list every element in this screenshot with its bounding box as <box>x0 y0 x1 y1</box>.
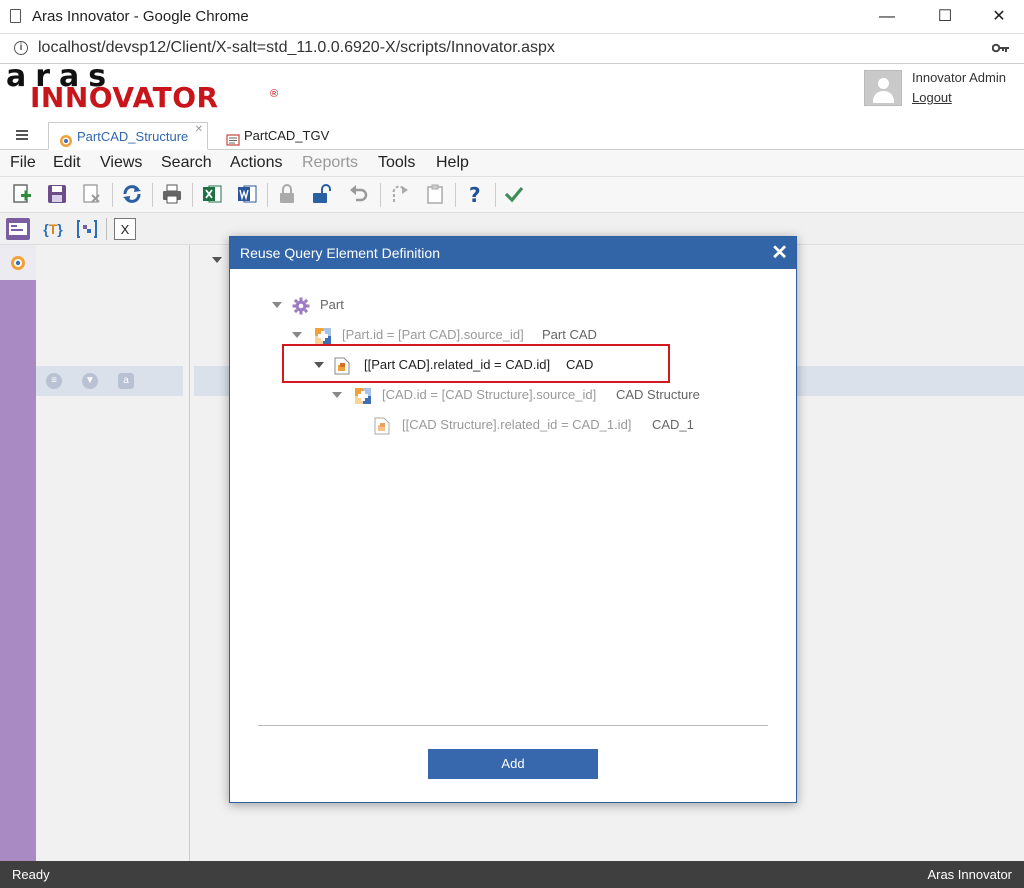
dialog-divider <box>258 725 768 726</box>
word-icon[interactable] <box>235 182 259 206</box>
toolbar-separator <box>106 218 107 240</box>
parameters-icon[interactable]: {T} <box>42 218 64 240</box>
tree-node-condition: [CAD.id = [CAD Structure].source_id] <box>382 387 597 402</box>
status-text: Ready <box>12 867 50 882</box>
text-search-icon[interactable]: a <box>118 373 134 389</box>
toolbar-separator <box>267 183 268 207</box>
save-icon[interactable] <box>45 182 69 206</box>
tab-bar: PartCAD_Structure ✕ PartCAD_TGV <box>0 122 1024 150</box>
close-window-button[interactable]: ✕ <box>976 4 1022 30</box>
expand-caret-icon[interactable] <box>332 392 342 398</box>
lock-icon[interactable] <box>275 182 299 206</box>
tab-label: PartCAD_TGV <box>244 128 330 143</box>
xpath-icon[interactable]: X <box>114 218 136 240</box>
list-icon[interactable]: ≡ <box>46 373 62 389</box>
toolbar-separator <box>455 183 456 207</box>
search-target-icon <box>59 130 73 147</box>
tree-node-condition: [[Part CAD].related_id = CAD.id] <box>364 357 551 372</box>
menu-views[interactable]: Views <box>100 154 142 172</box>
maximize-button[interactable]: ☐ <box>922 4 968 30</box>
main-toolbar: ? <box>0 177 1024 213</box>
relationship-icon <box>354 387 371 404</box>
undo-icon[interactable] <box>347 182 371 206</box>
dialog-close-button[interactable]: ✕ <box>771 240 788 265</box>
collapse-caret-icon[interactable] <box>212 257 222 263</box>
url-text[interactable]: localhost/devsp12/Client/X-salt=std_11.0… <box>38 39 555 57</box>
close-tab-icon[interactable]: ✕ <box>195 116 203 144</box>
status-bar: Ready Aras Innovator <box>0 861 1024 888</box>
properties-icon[interactable] <box>6 218 30 240</box>
done-icon[interactable] <box>502 182 526 206</box>
dialog-title: Reuse Query Element Definition <box>240 245 440 261</box>
expand-caret-icon[interactable] <box>272 302 282 308</box>
relationship-tool-icon[interactable] <box>76 218 98 240</box>
dialog-header: Reuse Query Element Definition ✕ <box>230 237 796 269</box>
refresh-icon[interactable] <box>120 182 144 206</box>
tab-label: PartCAD_Structure <box>77 129 189 144</box>
tree-node-label: CAD_1 <box>652 417 694 432</box>
tree-node-label: Part CAD <box>542 327 597 342</box>
toolbar-separator <box>495 183 496 207</box>
logo-registered-mark: ® <box>270 88 279 100</box>
left-panel: ≡ ▼ a <box>36 245 190 861</box>
status-app-name: Aras Innovator <box>927 867 1012 882</box>
logout-link[interactable]: Logout <box>912 90 952 105</box>
cad-document-icon <box>374 417 390 435</box>
info-icon[interactable]: i <box>14 41 28 55</box>
tree-node-label: CAD Structure <box>616 387 700 402</box>
filter-icon[interactable]: ▼ <box>82 373 98 389</box>
unlock-icon[interactable] <box>310 182 334 206</box>
menu-file[interactable]: File <box>10 154 36 172</box>
page-icon <box>10 9 21 23</box>
toolbar-separator <box>192 183 193 207</box>
address-bar: i localhost/devsp12/Client/X-salt=std_11… <box>0 34 1024 64</box>
expand-caret-icon[interactable] <box>292 332 302 338</box>
query-definition-icon[interactable] <box>10 255 26 276</box>
window-title: Aras Innovator - Google Chrome <box>32 8 249 25</box>
menu-hamburger-icon[interactable] <box>16 130 28 140</box>
reuse-query-dialog: Reuse Query Element Definition ✕ Part [P… <box>229 236 797 803</box>
key-icon[interactable] <box>991 41 1010 57</box>
user-name: Innovator Admin <box>912 70 1006 85</box>
cad-document-icon <box>334 357 350 375</box>
print-icon[interactable] <box>160 182 184 206</box>
tab-partcad-tgv[interactable]: PartCAD_TGV <box>216 122 346 150</box>
clipboard-icon[interactable] <box>423 182 447 206</box>
help-icon[interactable]: ? <box>463 182 487 207</box>
tree-node-label: Part <box>320 297 344 312</box>
delete-icon[interactable] <box>80 182 104 206</box>
promote-icon[interactable] <box>388 182 412 206</box>
tree-node-label: CAD <box>566 357 594 372</box>
toolbar-separator <box>152 183 153 207</box>
menu-search[interactable]: Search <box>161 154 212 172</box>
left-panel-toolbar: ≡ ▼ a <box>36 366 183 396</box>
browser-title-bar: Aras Innovator - Google Chrome — ☐ ✕ <box>0 0 1024 34</box>
expand-caret-icon[interactable] <box>314 362 324 368</box>
avatar[interactable] <box>864 70 902 106</box>
gear-icon <box>292 297 310 315</box>
menu-help[interactable]: Help <box>436 154 469 172</box>
excel-icon[interactable] <box>200 182 224 206</box>
tree-node-condition: [[CAD Structure].related_id = CAD_1.id] <box>402 417 632 432</box>
form-icon <box>226 129 240 146</box>
minimize-button[interactable]: — <box>864 4 910 30</box>
menu-bar: File Edit Views Search Actions Reports T… <box>0 150 1024 177</box>
svg-text:?: ? <box>469 183 481 206</box>
new-item-icon[interactable] <box>10 182 34 206</box>
toolbar-separator <box>380 183 381 207</box>
toolbar-separator <box>112 183 113 207</box>
relationship-icon <box>314 327 331 344</box>
menu-actions[interactable]: Actions <box>230 154 282 172</box>
tab-partcad-structure[interactable]: PartCAD_Structure ✕ <box>48 122 208 150</box>
menu-edit[interactable]: Edit <box>53 154 81 172</box>
menu-tools[interactable]: Tools <box>378 154 415 172</box>
menu-reports[interactable]: Reports <box>302 154 358 172</box>
add-button[interactable]: Add <box>428 749 598 779</box>
tree-node-condition: [Part.id = [Part CAD].source_id] <box>342 327 524 342</box>
left-rail <box>0 245 36 861</box>
logo-innovator: INNOVATOR <box>30 81 219 114</box>
